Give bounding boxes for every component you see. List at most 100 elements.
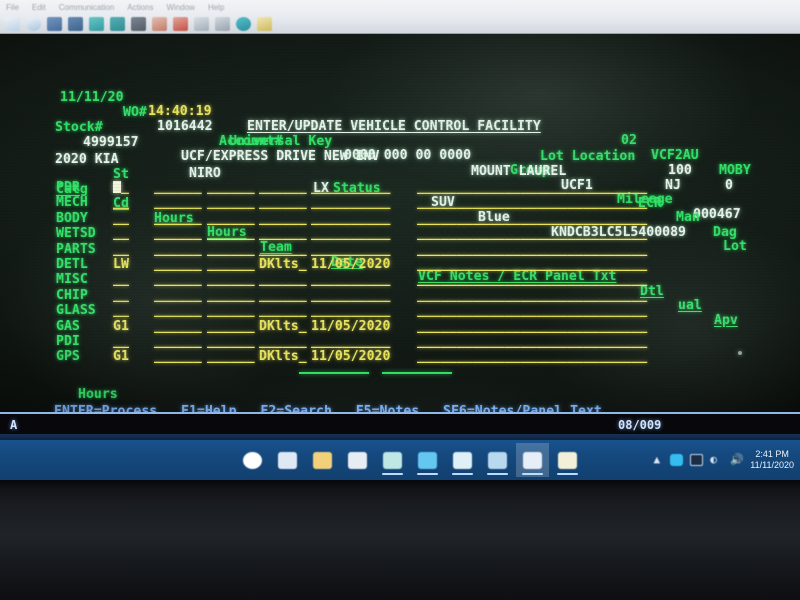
row-notes-field[interactable]: _____________________________ — [417, 304, 647, 319]
system-tray[interactable]: ▲ ◐ 🔊 2:41 PM 11/11/2020 — [650, 444, 794, 476]
taskbar-clock[interactable]: 2:41 PM 11/11/2020 — [750, 449, 794, 471]
terminal-character-grid[interactable]: 11/11/20 14:40:19 ENTER/UPDATE VEHICLE C… — [0, 34, 800, 412]
row-notes-field[interactable]: _____________________________ — [417, 180, 647, 196]
menu-item-communication[interactable]: Communication — [59, 3, 115, 12]
row-status-date-field[interactable]: __________ — [311, 273, 390, 288]
row-status-date-field[interactable]: __________ — [311, 288, 390, 304]
row-notes-field[interactable]: _____________________________ — [417, 273, 647, 288]
send-file-icon[interactable] — [89, 16, 104, 31]
app-button-5[interactable] — [376, 443, 409, 477]
row-hours-act-field[interactable]: ______ — [207, 319, 255, 335]
table-row[interactable]: WETSD __ ______ ______ ______ __________ _____… — [0, 227, 800, 242]
onedrive-icon[interactable] — [670, 454, 684, 466]
paste-icon[interactable] — [68, 16, 83, 31]
row-status-code-field[interactable]: __ — [113, 227, 129, 242]
row-hours-act-field[interactable]: ______ — [207, 242, 255, 258]
row-team-field[interactable]: ______ — [259, 288, 307, 304]
cortana-button[interactable] — [236, 443, 269, 477]
function-key-line-1[interactable]: ENTER=Process F1=Help F2=Search F5=Notes… — [0, 390, 800, 412]
row-status-code-field[interactable]: __ — [113, 334, 129, 350]
task-view-button[interactable] — [271, 443, 304, 477]
file-explorer-button[interactable] — [306, 443, 339, 477]
row-hours-est-field[interactable]: ______ — [154, 288, 202, 304]
table-row[interactable]: BODY __ ______ ______ ______ __________ ______… — [0, 211, 800, 227]
emulator-button[interactable] — [516, 443, 549, 477]
menu-item-file[interactable]: File — [6, 3, 19, 12]
row-hours-est-field[interactable]: ______ — [154, 196, 202, 211]
row-hours-est-field[interactable]: ______ — [154, 350, 202, 365]
table-row[interactable]: PDR _ ______ ______ ______ __________ ________… — [0, 180, 800, 196]
row-status-date-field[interactable]: __________ — [311, 211, 390, 227]
row-status-code-field[interactable]: __ — [113, 211, 129, 227]
app-button-8[interactable] — [481, 443, 514, 477]
volume-icon[interactable]: 🔊 — [730, 454, 744, 466]
row-hours-act-field[interactable]: ______ — [207, 227, 255, 242]
row-notes-field[interactable]: _____________________________ — [417, 257, 647, 273]
row-status-code-field[interactable]: __ — [113, 242, 129, 258]
windows-taskbar[interactable]: ▲ ◐ 🔊 2:41 PM 11/11/2020 — [0, 440, 800, 480]
keypad-icon[interactable] — [152, 16, 167, 31]
row-status-date-field[interactable]: __________ — [311, 180, 390, 196]
menu-item-actions[interactable]: Actions — [127, 3, 153, 12]
taskbar-buttons[interactable] — [236, 443, 584, 477]
menu-item-help[interactable]: Help — [208, 3, 224, 12]
row-status-code-field[interactable]: LW — [113, 257, 129, 273]
row-notes-field[interactable]: _____________________________ — [417, 288, 647, 304]
app-button-6[interactable] — [411, 443, 444, 477]
row-hours-est-field[interactable]: ______ — [154, 242, 202, 258]
row-status-date-field[interactable]: 11/05/2020 — [311, 319, 390, 335]
table-row[interactable]: GLASS __ ______ ______ ______ __________ _____… — [0, 304, 800, 319]
row-team-field[interactable]: DKlts_ — [259, 350, 307, 365]
row-hours-act-field[interactable]: ______ — [207, 334, 255, 350]
color-icon[interactable] — [236, 16, 251, 31]
row-hours-est-field[interactable]: ______ — [154, 180, 202, 196]
row-status-code-field[interactable]: _ — [113, 180, 129, 196]
table-row[interactable]: PDI __ ______ ______ ______ __________ _______… — [0, 334, 800, 350]
record-macro-icon[interactable] — [173, 16, 188, 31]
display-icon[interactable] — [690, 454, 704, 466]
row-status-code-field[interactable]: __ — [113, 273, 129, 288]
row-hours-act-field[interactable]: ______ — [207, 304, 255, 319]
row-notes-field[interactable]: _____________________________ — [417, 242, 647, 258]
app-button-7[interactable] — [446, 443, 479, 477]
table-row[interactable]: MECH __ ______ ______ ______ __________ ______… — [0, 196, 800, 211]
row-status-code-field[interactable]: G1 — [113, 350, 129, 365]
table-row[interactable]: MISC __ ______ ______ ______ __________ ______… — [0, 273, 800, 288]
row-hours-act-field[interactable]: ______ — [207, 273, 255, 288]
row-status-date-field[interactable]: __________ — [311, 242, 390, 258]
row-notes-field[interactable]: _____________________________ — [417, 196, 647, 211]
chart-icon[interactable] — [131, 16, 146, 31]
row-team-field[interactable]: ______ — [259, 273, 307, 288]
row-hours-est-field[interactable]: ______ — [154, 211, 202, 227]
row-team-field[interactable]: ______ — [259, 196, 307, 211]
row-hours-est-field[interactable]: ______ — [154, 257, 202, 273]
row-status-code-field[interactable]: G1 — [113, 319, 129, 335]
row-hours-act-field[interactable]: ______ — [207, 196, 255, 211]
table-row[interactable]: CHIP __ ______ ______ ______ __________ ______… — [0, 288, 800, 304]
stop-macro-icon[interactable] — [215, 16, 230, 31]
row-notes-field[interactable]: _____________________________ — [417, 334, 647, 350]
row-status-date-field[interactable]: 11/05/2020 — [311, 350, 390, 365]
row-hours-est-field[interactable]: ______ — [154, 334, 202, 350]
notepad-button[interactable] — [551, 443, 584, 477]
highlight-icon[interactable] — [257, 16, 272, 31]
row-status-date-field[interactable]: __________ — [311, 334, 390, 350]
row-notes-field[interactable]: _____________________________ — [417, 350, 647, 365]
row-status-code-field[interactable]: __ — [113, 196, 129, 211]
row-hours-est-field[interactable]: ______ — [154, 227, 202, 242]
row-status-date-field[interactable]: __________ — [311, 304, 390, 319]
row-team-field[interactable]: ______ — [259, 180, 307, 196]
row-status-date-field[interactable]: __________ — [311, 227, 390, 242]
menu-item-window[interactable]: Window — [167, 3, 195, 12]
new-session-icon[interactable] — [5, 16, 20, 31]
row-team-field[interactable]: DKlts_ — [259, 257, 307, 273]
row-hours-act-field[interactable]: ______ — [207, 257, 255, 273]
show-hidden-icons-chevron-icon[interactable]: ▲ — [650, 454, 663, 466]
copy-icon[interactable] — [47, 16, 62, 31]
row-team-field[interactable]: ______ — [259, 334, 307, 350]
row-status-code-field[interactable]: __ — [113, 304, 129, 319]
row-hours-act-field[interactable]: ______ — [207, 180, 255, 196]
table-row[interactable]: GAS G1 ______ ______ DKlts_ 11/05/2020 _______… — [0, 319, 800, 335]
row-hours-est-field[interactable]: ______ — [154, 273, 202, 288]
row-status-date-field[interactable]: 11/05/2020 — [311, 257, 390, 273]
